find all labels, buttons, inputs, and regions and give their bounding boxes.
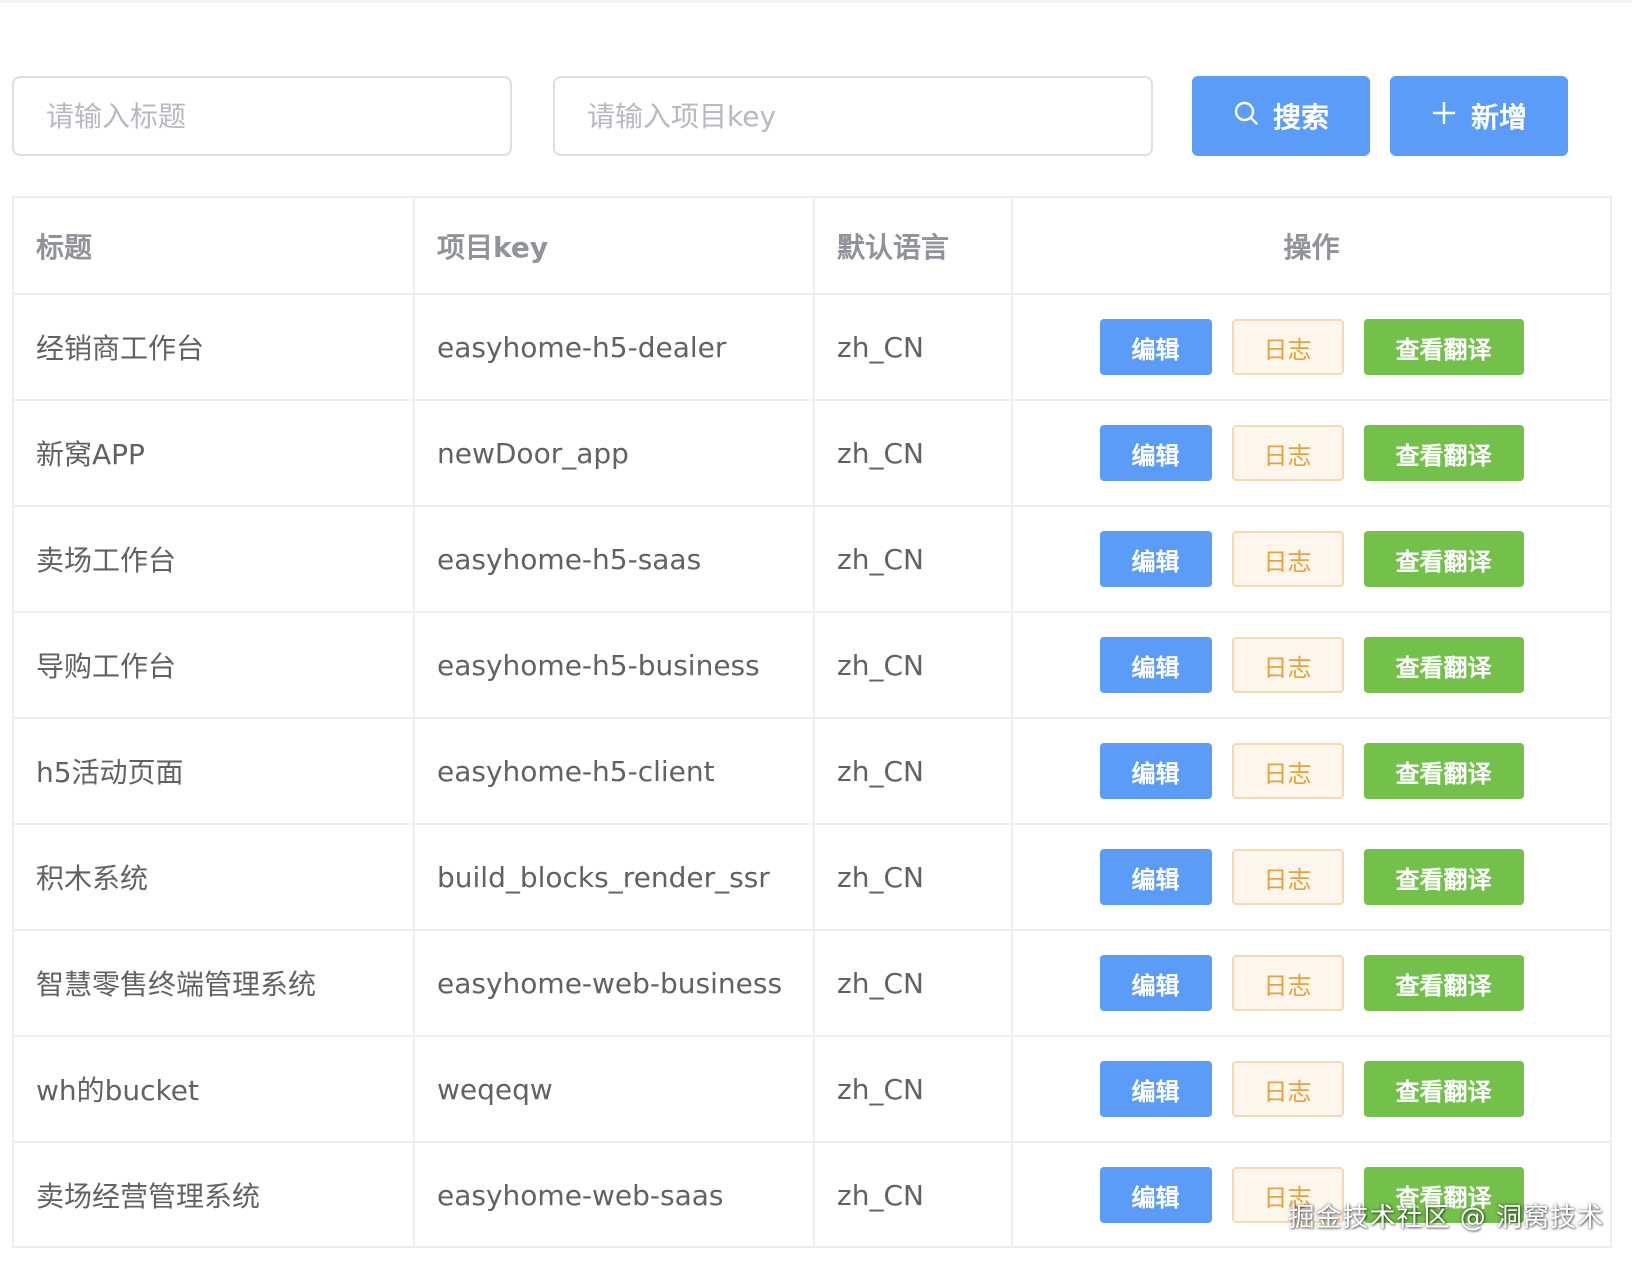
view-translation-button[interactable]: 查看翻译 — [1363, 849, 1524, 905]
search-button[interactable]: 搜索 — [1192, 76, 1370, 156]
row-actions: 编辑 日志 查看翻译 — [1035, 849, 1588, 905]
cell-title: wh的bucket — [14, 1036, 415, 1143]
edit-button[interactable]: 编辑 — [1099, 637, 1212, 693]
cell-key: weqeqw — [414, 1036, 815, 1143]
edit-button[interactable]: 编辑 — [1099, 1061, 1212, 1117]
cell-ops: 编辑 日志 查看翻译 — [1012, 824, 1610, 931]
row-actions: 编辑 日志 查看翻译 — [1035, 743, 1588, 799]
plus-icon — [1431, 100, 1457, 133]
header-key: 项目key — [414, 198, 815, 295]
edit-button[interactable]: 编辑 — [1099, 319, 1212, 375]
watermark: 掘金技术社区 @ 洞窝技术 — [1288, 1203, 1604, 1233]
view-translation-button[interactable]: 查看翻译 — [1363, 1061, 1524, 1117]
cell-key: easyhome-h5-dealer — [414, 294, 815, 401]
cell-lang: zh_CN — [814, 506, 1013, 613]
cell-title: 新窝APP — [14, 400, 415, 507]
cell-ops: 编辑 日志 查看翻译 — [1012, 294, 1610, 401]
cell-title: 卖场工作台 — [14, 506, 415, 613]
cell-key: easyhome-h5-client — [414, 718, 815, 825]
table-row: 经销商工作台 easyhome-h5-dealer zh_CN 编辑 日志 查看… — [14, 294, 1610, 401]
view-translation-button[interactable]: 查看翻译 — [1363, 743, 1524, 799]
edit-button[interactable]: 编辑 — [1099, 531, 1212, 587]
cell-lang: zh_CN — [814, 1036, 1013, 1143]
edit-button[interactable]: 编辑 — [1099, 1167, 1212, 1223]
cell-key: easyhome-web-saas — [414, 1142, 815, 1246]
view-translation-button[interactable]: 查看翻译 — [1363, 531, 1524, 587]
cell-key: easyhome-h5-business — [414, 612, 815, 719]
log-button[interactable]: 日志 — [1231, 955, 1344, 1011]
add-button[interactable]: 新增 — [1390, 76, 1568, 156]
cell-lang: zh_CN — [814, 718, 1013, 825]
row-actions: 编辑 日志 查看翻译 — [1035, 637, 1588, 693]
header-lang: 默认语言 — [814, 198, 1013, 295]
cell-ops: 编辑 日志 查看翻译 — [1012, 718, 1610, 825]
header-title: 标题 — [14, 198, 415, 295]
cell-title: 导购工作台 — [14, 612, 415, 719]
table-row: h5活动页面 easyhome-h5-client zh_CN 编辑 日志 查看… — [14, 718, 1610, 825]
cell-key: build_blocks_render_ssr — [414, 824, 815, 931]
row-actions: 编辑 日志 查看翻译 — [1035, 319, 1588, 375]
log-button[interactable]: 日志 — [1231, 319, 1344, 375]
table-row: 积木系统 build_blocks_render_ssr zh_CN 编辑 日志… — [14, 824, 1610, 931]
row-actions: 编辑 日志 查看翻译 — [1035, 531, 1588, 587]
cell-key: easyhome-h5-saas — [414, 506, 815, 613]
row-actions: 编辑 日志 查看翻译 — [1035, 425, 1588, 481]
cell-lang: zh_CN — [814, 294, 1013, 401]
title-search-input[interactable] — [12, 76, 512, 156]
table-row: 卖场工作台 easyhome-h5-saas zh_CN 编辑 日志 查看翻译 — [14, 506, 1610, 613]
cell-key: easyhome-web-business — [414, 930, 815, 1037]
table-row: 新窝APP newDoor_app zh_CN 编辑 日志 查看翻译 — [14, 400, 1610, 507]
cell-lang: zh_CN — [814, 400, 1013, 507]
row-actions: 编辑 日志 查看翻译 — [1035, 1061, 1588, 1117]
top-divider — [0, 0, 1632, 3]
table-header-row: 标题 项目key 默认语言 操作 — [14, 198, 1610, 295]
cell-title: 智慧零售终端管理系统 — [14, 930, 415, 1037]
view-translation-button[interactable]: 查看翻译 — [1363, 955, 1524, 1011]
edit-button[interactable]: 编辑 — [1099, 425, 1212, 481]
view-translation-button[interactable]: 查看翻译 — [1363, 637, 1524, 693]
cell-title: 积木系统 — [14, 824, 415, 931]
edit-button[interactable]: 编辑 — [1099, 849, 1212, 905]
cell-title: h5活动页面 — [14, 718, 415, 825]
project-table: 标题 项目key 默认语言 操作 经销商工作台 easyhome-h5-deal… — [12, 196, 1612, 1248]
table-row: 导购工作台 easyhome-h5-business zh_CN 编辑 日志 查… — [14, 612, 1610, 719]
table-row: 智慧零售终端管理系统 easyhome-web-business zh_CN 编… — [14, 930, 1610, 1037]
key-search-input[interactable] — [553, 76, 1153, 156]
cell-lang: zh_CN — [814, 824, 1013, 931]
search-icon — [1233, 100, 1259, 133]
cell-lang: zh_CN — [814, 612, 1013, 719]
table-row: wh的bucket weqeqw zh_CN 编辑 日志 查看翻译 — [14, 1036, 1610, 1143]
cell-lang: zh_CN — [814, 930, 1013, 1037]
row-actions: 编辑 日志 查看翻译 — [1035, 955, 1588, 1011]
log-button[interactable]: 日志 — [1231, 743, 1344, 799]
cell-key: newDoor_app — [414, 400, 815, 507]
header-ops: 操作 — [1012, 198, 1610, 295]
edit-button[interactable]: 编辑 — [1099, 743, 1212, 799]
cell-ops: 编辑 日志 查看翻译 — [1012, 930, 1610, 1037]
log-button[interactable]: 日志 — [1231, 637, 1344, 693]
cell-title: 经销商工作台 — [14, 294, 415, 401]
cell-ops: 编辑 日志 查看翻译 — [1012, 506, 1610, 613]
view-translation-button[interactable]: 查看翻译 — [1363, 319, 1524, 375]
search-button-label: 搜索 — [1272, 101, 1329, 134]
log-button[interactable]: 日志 — [1231, 425, 1344, 481]
log-button[interactable]: 日志 — [1231, 849, 1344, 905]
cell-ops: 编辑 日志 查看翻译 — [1012, 612, 1610, 719]
view-translation-button[interactable]: 查看翻译 — [1363, 425, 1524, 481]
cell-title: 卖场经营管理系统 — [14, 1142, 415, 1246]
log-button[interactable]: 日志 — [1231, 1061, 1344, 1117]
page: 搜索 新增 标题 项目key 默认语言 操作 经销商工作台 easyhome-h… — [0, 0, 1632, 1270]
cell-ops: 编辑 日志 查看翻译 — [1012, 400, 1610, 507]
add-button-label: 新增 — [1470, 101, 1527, 134]
log-button[interactable]: 日志 — [1231, 531, 1344, 587]
edit-button[interactable]: 编辑 — [1099, 955, 1212, 1011]
cell-ops: 编辑 日志 查看翻译 — [1012, 1036, 1610, 1143]
cell-lang: zh_CN — [814, 1142, 1013, 1246]
